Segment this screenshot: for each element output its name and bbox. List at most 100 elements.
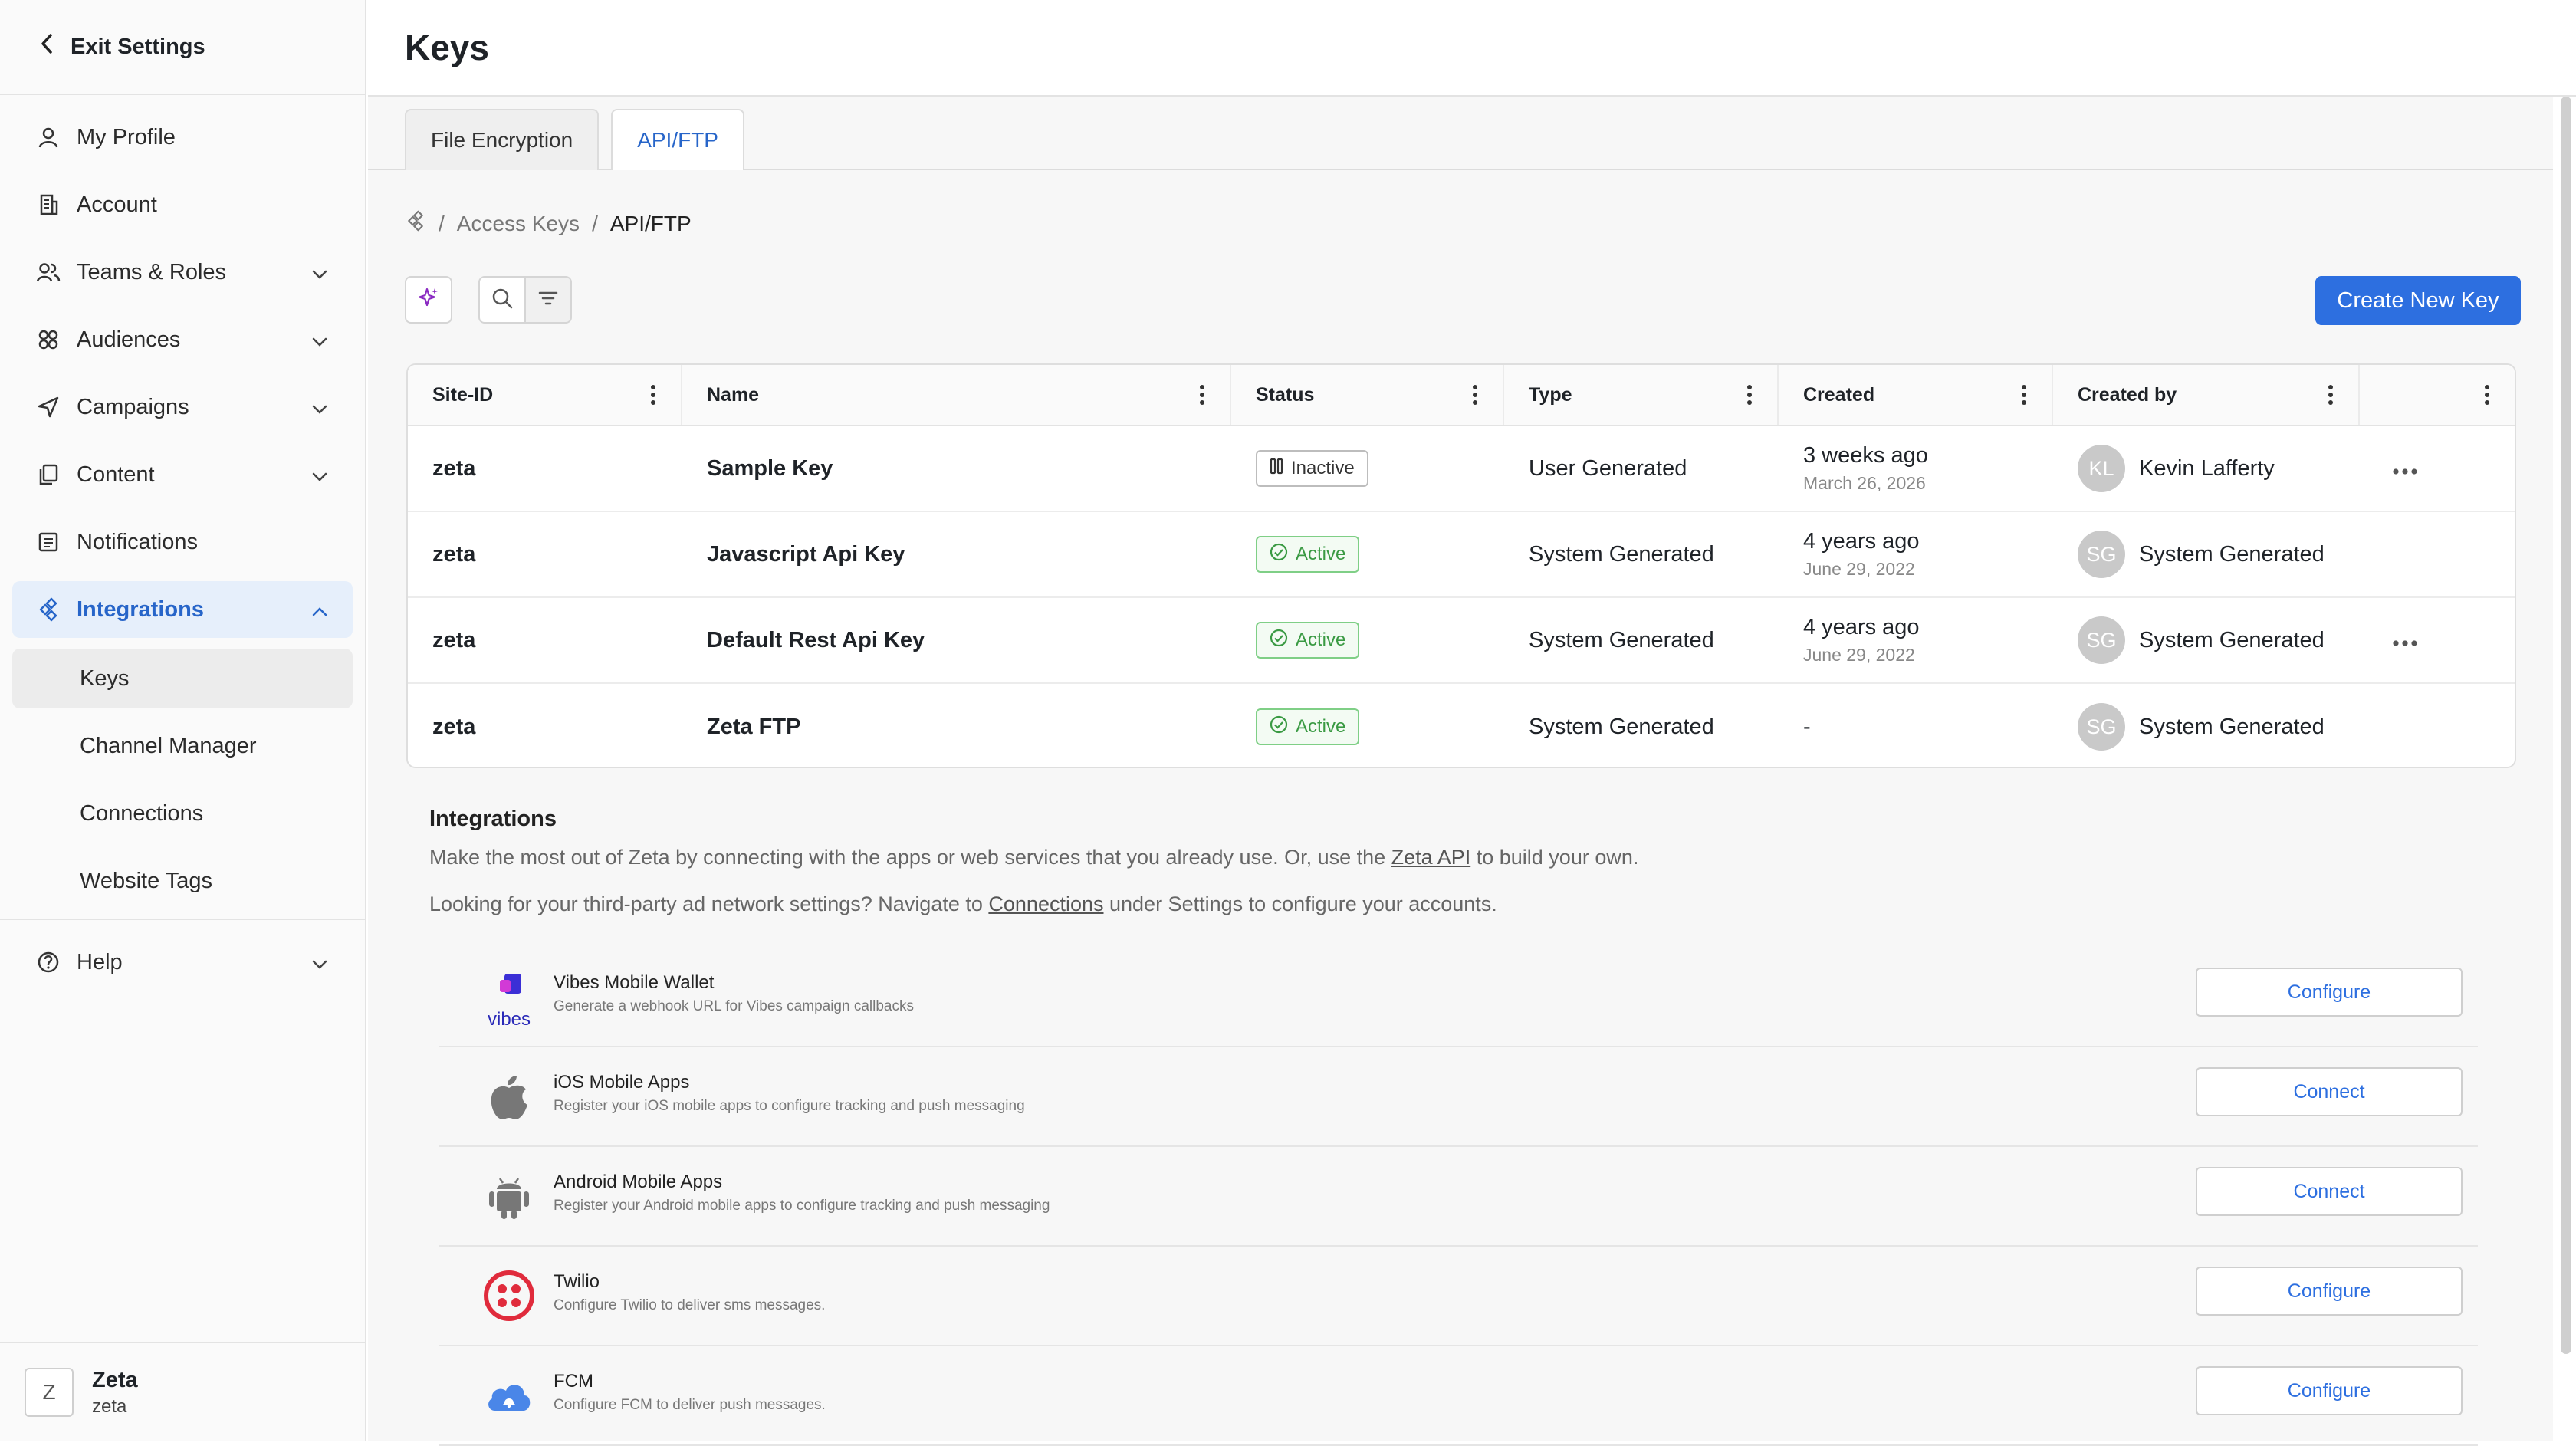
column-label: Status bbox=[1256, 383, 1315, 406]
notifications-icon bbox=[35, 529, 61, 555]
create-new-key-button[interactable]: Create New Key bbox=[2315, 276, 2521, 325]
column-header-actions[interactable] bbox=[2360, 365, 2515, 425]
ai-assist-button[interactable] bbox=[405, 276, 452, 324]
column-menu-icon[interactable] bbox=[1199, 383, 1205, 412]
send-icon bbox=[35, 394, 61, 420]
filter-button[interactable] bbox=[524, 276, 572, 324]
tab-api-ftp[interactable]: API/FTP bbox=[611, 109, 744, 170]
chevron-down-icon bbox=[311, 261, 328, 286]
row-actions-button[interactable] bbox=[2360, 456, 2515, 481]
integration-title: Vibes Mobile Wallet bbox=[554, 972, 715, 993]
sidebar-item-integrations[interactable]: Integrations bbox=[12, 581, 353, 638]
column-menu-icon[interactable] bbox=[2021, 383, 2027, 412]
cell-site-id: zeta bbox=[432, 541, 476, 567]
avatar: SG bbox=[2078, 703, 2125, 751]
sidebar-subitem-label: Keys bbox=[80, 665, 130, 691]
status-badge: Active bbox=[1256, 622, 1360, 659]
sidebar-subitem-channel-manager[interactable]: Channel Manager bbox=[12, 716, 353, 776]
help-icon bbox=[35, 949, 61, 975]
connect-button[interactable]: Connect bbox=[2196, 1167, 2463, 1216]
sidebar-subitem-label: Website Tags bbox=[80, 868, 213, 893]
sidebar-item-label: Campaigns bbox=[77, 394, 189, 419]
column-header-site-id[interactable]: Site-ID bbox=[408, 365, 682, 425]
sparkle-icon bbox=[416, 286, 441, 314]
status-badge: Active bbox=[1256, 536, 1360, 573]
row-actions-button[interactable] bbox=[2360, 628, 2515, 653]
connections-link[interactable]: Connections bbox=[988, 892, 1103, 915]
configure-button[interactable]: Configure bbox=[2196, 1366, 2463, 1415]
sidebar-item-my-profile[interactable]: My Profile bbox=[12, 109, 353, 166]
content-icon bbox=[35, 462, 61, 488]
column-header-name[interactable]: Name bbox=[682, 365, 1231, 425]
column-menu-icon[interactable] bbox=[650, 383, 656, 412]
sidebar-item-campaigns[interactable]: Campaigns bbox=[12, 379, 353, 435]
column-header-status[interactable]: Status bbox=[1231, 365, 1504, 425]
integration-description: Configure Twilio to deliver sms messages… bbox=[554, 1297, 826, 1313]
integrations-section: Integrations Make the most out of Zeta b… bbox=[429, 807, 2499, 916]
zeta-api-link[interactable]: Zeta API bbox=[1392, 846, 1471, 869]
fcm-cloud-icon bbox=[481, 1368, 537, 1423]
chevron-down-icon bbox=[311, 463, 328, 488]
table-row[interactable]: zeta Javascript Api Key Active System Ge… bbox=[408, 512, 2515, 598]
column-label: Site-ID bbox=[432, 383, 494, 406]
sidebar-item-audiences[interactable]: Audiences bbox=[12, 311, 353, 368]
table-row[interactable]: zeta Zeta FTP Active System Generated - … bbox=[408, 684, 2515, 767]
sidebar-item-help[interactable]: Help bbox=[12, 934, 353, 991]
sidebar-item-account[interactable]: Account bbox=[12, 176, 353, 233]
tab-file-encryption[interactable]: File Encryption bbox=[405, 109, 600, 170]
column-header-created[interactable]: Created bbox=[1779, 365, 2053, 425]
sidebar-item-teams-roles[interactable]: Teams & Roles bbox=[12, 244, 353, 301]
integration-description: Configure FCM to deliver push messages. bbox=[554, 1397, 826, 1413]
status-label: Active bbox=[1296, 544, 1346, 564]
pause-icon bbox=[1270, 458, 1283, 480]
column-menu-icon[interactable] bbox=[1472, 383, 1478, 412]
created-relative: 4 years ago bbox=[1803, 615, 1920, 639]
created-date: June 29, 2022 bbox=[1803, 559, 1915, 579]
column-header-type[interactable]: Type bbox=[1504, 365, 1779, 425]
column-header-created-by[interactable]: Created by bbox=[2053, 365, 2360, 425]
integration-title: Android Mobile Apps bbox=[554, 1172, 723, 1192]
sidebar-subitem-label: Channel Manager bbox=[80, 733, 257, 758]
integration-description: Generate a webhook URL for Vibes campaig… bbox=[554, 998, 914, 1014]
cell-name: Zeta FTP bbox=[707, 714, 801, 739]
search-button[interactable] bbox=[478, 276, 526, 324]
created-relative: - bbox=[1803, 714, 1811, 739]
integrations-icon[interactable] bbox=[405, 210, 426, 237]
keys-table: Site-ID Name Status Type Created Created… bbox=[406, 363, 2516, 768]
integration-description: Register your iOS mobile apps to configu… bbox=[554, 1098, 1025, 1114]
sidebar-item-content[interactable]: Content bbox=[12, 446, 353, 503]
cell-type: User Generated bbox=[1529, 455, 1687, 481]
column-menu-icon[interactable] bbox=[1746, 383, 1753, 412]
search-icon bbox=[491, 287, 514, 314]
chevron-down-icon bbox=[311, 328, 328, 353]
column-menu-icon[interactable] bbox=[2328, 383, 2334, 412]
sidebar-subitem-website-tags[interactable]: Website Tags bbox=[12, 851, 353, 911]
table-row[interactable]: zeta Default Rest Api Key Active System … bbox=[408, 598, 2515, 684]
cell-created-by: SG System Generated bbox=[2053, 703, 2360, 751]
chevron-down-icon bbox=[311, 951, 328, 976]
cell-status: Active bbox=[1231, 622, 1504, 659]
avatar: SG bbox=[2078, 531, 2125, 578]
table-header: Site-ID Name Status Type Created Created… bbox=[408, 365, 2515, 426]
sidebar-item-notifications[interactable]: Notifications bbox=[12, 514, 353, 570]
configure-button[interactable]: Configure bbox=[2196, 1267, 2463, 1316]
configure-button[interactable]: Configure bbox=[2196, 968, 2463, 1017]
sidebar-subitem-keys[interactable]: Keys bbox=[12, 649, 353, 708]
column-menu-icon[interactable] bbox=[2484, 383, 2490, 412]
vertical-scrollbar[interactable] bbox=[2561, 97, 2571, 1354]
column-label: Created bbox=[1803, 383, 1875, 406]
sidebar-subitem-label: Connections bbox=[80, 800, 204, 826]
avatar: KL bbox=[2078, 445, 2125, 492]
sidebar-subitem-connections[interactable]: Connections bbox=[12, 784, 353, 843]
column-label: Created by bbox=[2078, 383, 2177, 406]
cell-type: System Generated bbox=[1529, 627, 1714, 652]
integration-title: Twilio bbox=[554, 1271, 600, 1292]
connect-button[interactable]: Connect bbox=[2196, 1067, 2463, 1116]
more-horizontal-icon bbox=[2392, 628, 2418, 653]
integration-row-twilio: Twilio Configure Twilio to deliver sms m… bbox=[439, 1247, 2478, 1346]
table-row[interactable]: zeta Sample Key Inactive User Generated … bbox=[408, 426, 2515, 512]
chevron-up-icon bbox=[311, 598, 328, 623]
exit-settings-button[interactable]: Exit Settings bbox=[0, 0, 365, 95]
account-switcher[interactable]: Z Zeta zeta bbox=[0, 1342, 365, 1441]
breadcrumb-access-keys[interactable]: Access Keys bbox=[457, 212, 580, 236]
